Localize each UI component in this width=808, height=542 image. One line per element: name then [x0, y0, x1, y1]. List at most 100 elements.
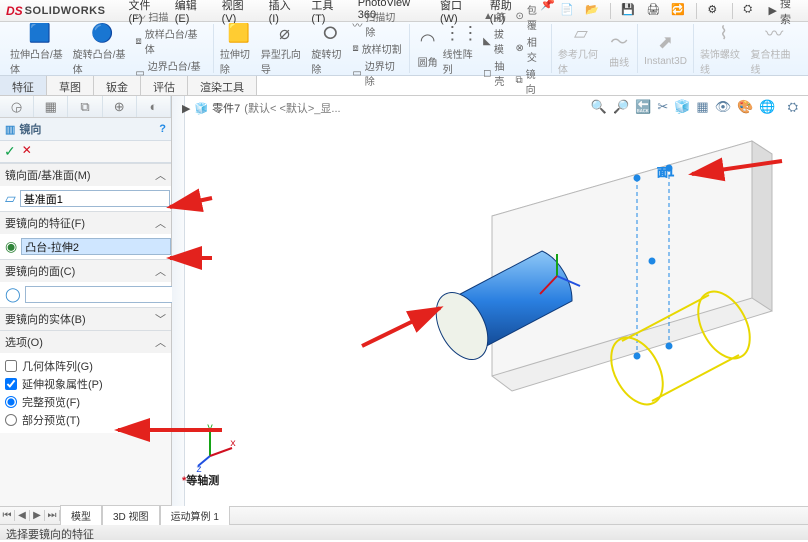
settings-icon[interactable]: ⛭: [743, 3, 758, 19]
app-logo: DS SOLIDWORKS: [0, 4, 111, 18]
tab-sheetmetal[interactable]: 钣金: [94, 76, 141, 95]
section-options-header[interactable]: 选项(O) ︿: [0, 331, 171, 353]
cmd-sweep[interactable]: 〰扫描: [135, 9, 207, 24]
section-faces: 要镜向的面(C) ︿ ◯: [0, 259, 171, 307]
svg-text:y: y: [207, 423, 213, 434]
plane-icon: ▱: [5, 191, 16, 207]
mirror-icon: ▥: [5, 123, 15, 136]
view-triad: y x z: [196, 426, 236, 470]
section-features-header[interactable]: 要镜向的特征(F) ︿: [0, 212, 171, 234]
section-faces-label: 要镜向的面(C): [5, 263, 75, 279]
ribbon-group-ref: ▱参考几何体 〜曲线: [552, 24, 638, 73]
view-name-label: 等轴测: [182, 472, 219, 488]
cmd-loft[interactable]: ⧈放样凸台/基体: [135, 26, 207, 56]
cmd-linear-pattern[interactable]: ⋮⋮线性阵列: [443, 21, 480, 76]
section-options-label: 选项(O): [5, 334, 43, 350]
cmd-hole-wizard[interactable]: ⌀异型孔向导: [261, 21, 308, 76]
cmd-revolve-cut[interactable]: ⭘旋转切除: [311, 21, 349, 76]
pm-tab-appearance[interactable]: ◐: [137, 96, 171, 117]
cmd-composite-curve[interactable]: 〰复合柱曲线: [750, 21, 798, 76]
help-icon[interactable]: ?: [159, 123, 166, 135]
cmd-intersect[interactable]: ⊗相交: [515, 34, 544, 64]
print-icon[interactable]: 🖨: [646, 3, 661, 19]
rebuild-icon[interactable]: 🔁: [671, 3, 686, 19]
cmd-draft[interactable]: ◣拔模: [483, 26, 512, 56]
separator: [696, 3, 697, 19]
section-bodies-header[interactable]: 要镜向的实体(B) ﹀: [0, 308, 171, 330]
pm-tab-property[interactable]: ▦: [34, 96, 68, 117]
ok-button[interactable]: ✓: [4, 143, 16, 160]
pm-ok-cancel: ✓ ✕: [0, 141, 171, 163]
tab-sketch[interactable]: 草图: [47, 76, 94, 95]
mirror-plane-field[interactable]: [20, 190, 170, 207]
cmd-wrap[interactable]: ⊙包覆: [515, 2, 544, 32]
save-icon[interactable]: 💾: [621, 3, 636, 19]
cmd-sweep-cut[interactable]: 〰扫描切除: [352, 9, 402, 39]
radio-full-preview[interactable]: 完整预览(F): [5, 393, 166, 411]
ribbon-group-thread: ⌇装饰螺纹线 〰复合柱曲线: [694, 24, 804, 73]
ribbon-group-feature: ◠圆角 ⋮⋮线性阵列 ▲筋 ◣拔模 ◻抽壳 ⊙包覆 ⊗相交 ⧉镜向: [410, 24, 552, 73]
cmd-extrude-cut[interactable]: 🟨拉伸切除: [220, 21, 258, 76]
ribbon-group-instant: ⬈Instant3D: [638, 24, 694, 73]
model-scene: 面1: [172, 96, 802, 476]
pm-title-row: ▥ 镜向 ?: [0, 118, 171, 141]
new-icon[interactable]: 📄: [560, 3, 575, 19]
flag-icon: ▶: [768, 4, 776, 17]
cmd-shell[interactable]: ◻抽壳: [483, 58, 512, 88]
cmd-rib[interactable]: ▲筋: [483, 9, 512, 24]
tab-evaluate[interactable]: 评估: [141, 76, 188, 95]
tab-next-icon[interactable]: ▶: [30, 510, 45, 521]
chevron-up-icon: ︿: [155, 263, 166, 279]
tab-last-icon[interactable]: ⏭: [45, 510, 60, 521]
tab-first-icon[interactable]: ⏮: [0, 510, 15, 521]
property-manager: ◶ ▦ ⧉ ⊕ ◐ ▥ 镜向 ? ✓ ✕ 镜向面/基准面(M) ︿ ▱: [0, 96, 172, 506]
cmd-ref-geom[interactable]: ▱参考几何体: [558, 21, 604, 76]
cmd-instant3d[interactable]: ⬈Instant3D: [644, 31, 687, 67]
bottom-tab-3dview[interactable]: 3D 视图: [102, 505, 160, 525]
top-bar: DS SOLIDWORKS 文件(F) 编辑(E) 视图(V) 插入(I) 工具…: [0, 0, 808, 22]
datum-label: 面1: [657, 167, 674, 179]
separator: [610, 3, 611, 19]
ribbon: 🟦拉伸凸台/基体 🔵旋转凸台/基体 〰扫描 ⧈放样凸台/基体 ▭边界凸台/基体 …: [0, 22, 808, 76]
chk-prop-visual[interactable]: 延伸视象属性(P): [5, 375, 166, 393]
bottom-tab-strip: ⏮ ◀ ▶ ⏭ 模型 3D 视图 运动算例 1: [0, 506, 808, 524]
cmd-extrude-boss[interactable]: 🟦拉伸凸台/基体: [10, 21, 70, 76]
tab-render[interactable]: 渲染工具: [188, 76, 257, 95]
cmd-fillet[interactable]: ◠圆角: [416, 29, 440, 69]
pm-tab-dim[interactable]: ⊕: [103, 96, 137, 117]
cancel-button[interactable]: ✕: [22, 143, 32, 160]
section-features-label: 要镜向的特征(F): [5, 215, 85, 231]
chevron-up-icon: ︿: [155, 167, 166, 183]
cmd-mirror[interactable]: ⧉镜向: [515, 66, 544, 96]
section-faces-header[interactable]: 要镜向的面(C) ︿: [0, 260, 171, 282]
chk-geom-pattern[interactable]: 几何体阵列(G): [5, 357, 166, 375]
options-icon[interactable]: ⚙: [707, 3, 722, 19]
cmd-boundary-cut[interactable]: ▭边界切除: [352, 58, 402, 88]
cmd-revolve-boss[interactable]: 🔵旋转凸台/基体: [73, 21, 133, 76]
cmd-cosmetic-thread[interactable]: ⌇装饰螺纹线: [700, 21, 748, 76]
ribbon-cut-sub: 〰扫描切除 ⧈放样切割 ▭边界切除: [352, 9, 402, 88]
ribbon-group-cut: 🟨拉伸切除 ⌀异型孔向导 ⭘旋转切除 〰扫描切除 ⧈放样切割 ▭边界切除: [214, 24, 410, 73]
open-icon[interactable]: 📂: [585, 3, 600, 19]
pm-tab-feature-tree[interactable]: ◶: [0, 96, 34, 117]
cmd-curves[interactable]: 〜曲线: [607, 29, 631, 69]
radio-partial-preview[interactable]: 部分预览(T): [5, 411, 166, 429]
faces-field[interactable]: [25, 286, 175, 303]
cmd-loft-cut[interactable]: ⧈放样切割: [352, 41, 402, 56]
tab-features[interactable]: 特征: [0, 76, 47, 95]
pm-title: 镜向: [19, 121, 41, 137]
bottom-tab-model[interactable]: 模型: [60, 505, 102, 525]
feature-icon: ◉: [5, 239, 17, 255]
ribbon-feature-sub1: ▲筋 ◣拔模 ◻抽壳: [483, 9, 512, 88]
tab-prev-icon[interactable]: ◀: [15, 510, 30, 521]
pm-tab-icons: ◶ ▦ ⧉ ⊕ ◐: [0, 96, 171, 118]
status-text: 选择要镜向的特征: [6, 529, 94, 541]
pm-tab-config[interactable]: ⧉: [68, 96, 102, 117]
graphics-viewport[interactable]: ▶ 🧊 零件7 (默认< <默认>_显... 🔍 🔎 🔙 ✂ 🧊 ▦ 👁 🎨 🌐…: [172, 96, 808, 506]
bottom-tab-motion[interactable]: 运动算例 1: [160, 505, 230, 525]
logo-ds-icon: DS: [6, 4, 23, 18]
features-field[interactable]: [21, 238, 171, 255]
section-mirror-plane-header[interactable]: 镜向面/基准面(M) ︿: [0, 164, 171, 186]
ribbon-feature-sub2: ⊙包覆 ⊗相交 ⧉镜向: [515, 2, 544, 96]
command-tab-strip: 特征 草图 钣金 评估 渲染工具: [0, 76, 808, 96]
